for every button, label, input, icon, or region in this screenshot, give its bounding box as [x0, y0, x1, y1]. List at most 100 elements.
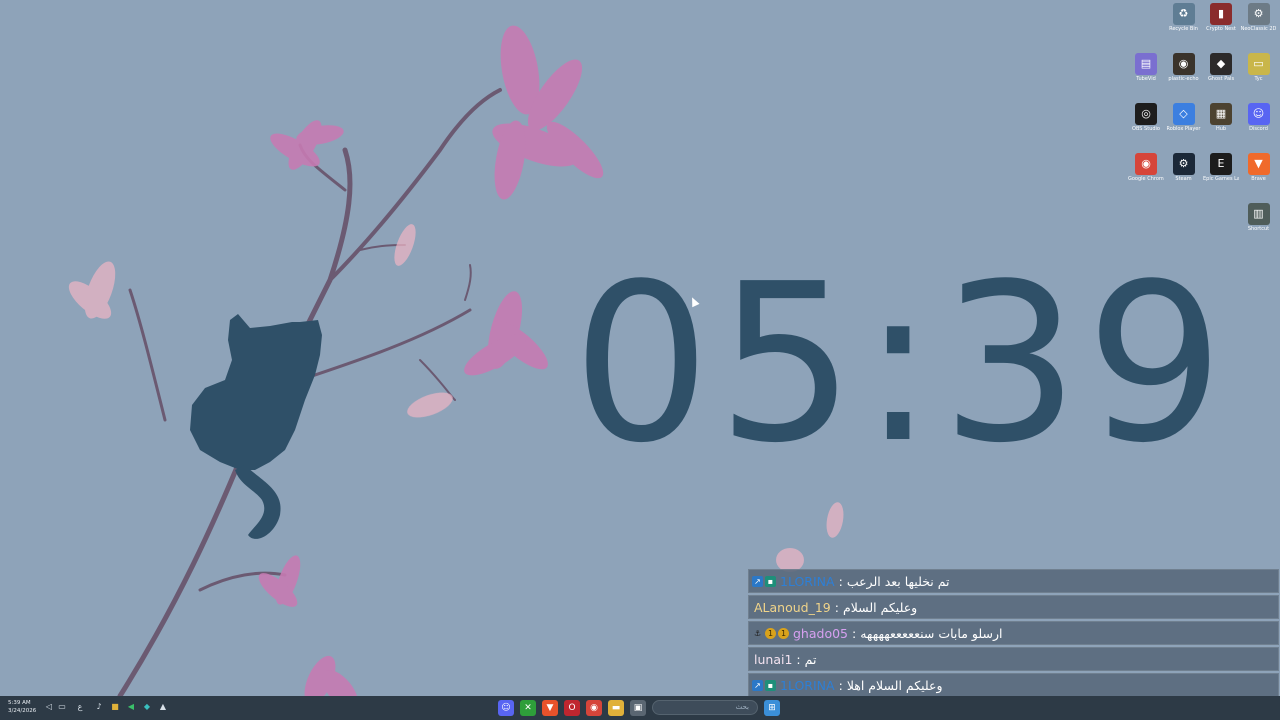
desktop-icon-label: Ghost Pals: [1207, 76, 1235, 82]
desktop-icon-label: Brave: [1251, 176, 1266, 182]
taskbar-date: 3/24/2026: [8, 708, 37, 714]
discord-icon: ☺: [1247, 103, 1270, 125]
desktop-icon-label: Google Chrome: [1128, 176, 1164, 182]
app-icon: ▤: [1135, 53, 1157, 75]
desktop-icon[interactable]: ▦ Hub: [1203, 100, 1239, 148]
taskbar: 5:39 AM 3/24/2026 ◁ ▭ ع ♪ ■ ◀ ◆ ▲ ☺ ✕ ▼ O ◉ ▬…: [0, 696, 1280, 720]
chat-overlay: ↗ ▪ 1LORINA: تم نخليها بعد الرعب ALanoud_19:…: [748, 569, 1279, 699]
desktop-icon[interactable]: ◆ Ghost Pals: [1203, 50, 1239, 98]
chat-separator: :: [852, 625, 857, 641]
microphone-icon[interactable]: ♪: [94, 702, 104, 712]
desktop-icon[interactable]: ⚙ NeoClassic 2D: [1241, 0, 1277, 48]
chat-separator: :: [834, 599, 839, 615]
desktop-icon-label: TubeVid: [1136, 76, 1156, 82]
desktop-icon[interactable]: ◇ Roblox Player: [1166, 100, 1202, 148]
desktop-icon[interactable]: ◉ Google Chrome: [1128, 150, 1164, 198]
chat-message: ↗ ▪ 1LORINA: تم نخليها بعد الرعب: [748, 569, 1279, 593]
desktop-icon[interactable]: ▼ Brave: [1241, 150, 1277, 198]
desktop-icon[interactable]: ◉ plastic-echo: [1166, 50, 1202, 98]
desktop-icon-label: NeoClassic 2D: [1240, 26, 1277, 32]
chat-badge-icon: ↗: [752, 575, 763, 587]
search-input[interactable]: بحث: [652, 700, 758, 715]
obs-icon: ◎: [1135, 103, 1157, 125]
chat-username: lunai1: [754, 651, 793, 667]
desktop-icon-grid: ♻ Recycle Bin ▮ Crypto Nest ⚙ NeoClassic 2D ▤ T…: [1120, 0, 1280, 260]
chat-message-text: وعليكم السلام: [842, 599, 918, 615]
chat-message-text: ارسلو مابات سنعععععههههه: [860, 625, 1003, 641]
app-icon: ▮: [1210, 3, 1232, 25]
chat-badge-icon: 1: [765, 627, 776, 639]
chat-badge-icon: ▪: [765, 679, 776, 691]
chat-username: 1LORINA: [780, 573, 835, 589]
desktop-icon[interactable]: ⚙ Steam: [1166, 150, 1202, 198]
steam-icon: ⚙: [1172, 153, 1195, 175]
desktop-icon-label: Shortcut: [1247, 226, 1270, 232]
chat-separator: :: [838, 677, 843, 693]
chat-message-text: وعليكم السلام اهلا: [846, 677, 943, 693]
opera-icon[interactable]: O: [564, 700, 580, 716]
game-icon: ◉: [1172, 53, 1195, 75]
tray-app-icon[interactable]: ◀: [126, 702, 136, 712]
taskbar-clock[interactable]: 5:39 AM 3/24/2026: [8, 699, 36, 715]
chat-separator: :: [796, 651, 801, 667]
chat-message: ALanoud_19: وعليكم السلام: [748, 595, 1279, 619]
desktop-icon-label: plastic-echo: [1168, 76, 1199, 82]
chrome-icon[interactable]: ◉: [586, 700, 602, 716]
chat-message: ↗ ▪ 1LORINA: وعليكم السلام اهلا: [748, 673, 1279, 697]
chat-message: ⚓ 1 1 ghado05: ارسلو مابات سنعععععههههه: [748, 621, 1279, 645]
desktop-icon-label: Roblox Player: [1166, 126, 1201, 132]
gear-icon: ⚙: [1247, 3, 1270, 25]
task-view-icon[interactable]: ▣: [630, 700, 646, 716]
clock-display: 05:39: [572, 238, 1231, 491]
file-explorer-icon[interactable]: ▬: [608, 700, 624, 716]
chrome-icon: ◉: [1135, 153, 1157, 175]
folder-icon: ▭: [1247, 53, 1270, 75]
network-icon[interactable]: ▭: [57, 702, 67, 712]
chat-badge-icon: ▪: [765, 575, 776, 587]
chat-message-text: تم نخليها بعد الرعب: [846, 573, 950, 589]
desktop-icon-label: Crypto Nest: [1206, 26, 1236, 32]
desktop-icon[interactable]: ◎ OBS Studio: [1128, 100, 1164, 148]
chat-message: lunai1: تم: [748, 647, 1279, 671]
volume-icon[interactable]: ◁: [44, 702, 54, 712]
chat-username: 1LORINA: [780, 677, 835, 693]
chat-badge-icon: 1: [778, 627, 789, 639]
cat-silhouette: [190, 314, 322, 539]
desktop-icon-label: Recycle Bin: [1169, 26, 1198, 32]
chevron-up-icon[interactable]: ▲: [158, 702, 168, 712]
chat-username: ALanoud_19: [754, 599, 831, 615]
language-indicator[interactable]: ع: [75, 702, 85, 712]
brave-icon[interactable]: ▼: [542, 700, 558, 716]
recycle-bin-icon: ♻: [1172, 3, 1195, 25]
desktop-icon[interactable]: ♻ Recycle Bin: [1166, 0, 1202, 48]
desktop-icon[interactable]: ▤ TubeVid: [1128, 50, 1164, 98]
chat-separator: :: [838, 573, 843, 589]
desktop-icon-label: Tyc: [1254, 76, 1263, 82]
chat-username: ghado05: [793, 625, 849, 641]
desktop-icon[interactable]: ▥ Shortcut: [1241, 200, 1277, 248]
desktop-icon[interactable]: ☺ Discord: [1241, 100, 1277, 148]
desktop-icon-label: Discord: [1249, 126, 1268, 132]
desktop-icon[interactable]: EEpic Games Launcher: [1203, 150, 1239, 198]
desktop-icon-label: Steam: [1175, 176, 1192, 182]
roblox-icon: ◇: [1172, 103, 1195, 125]
desktop-icon-label: OBS Studio: [1132, 126, 1160, 132]
desktop-icon-label: Hub: [1215, 126, 1227, 132]
epic-games-icon: E: [1210, 153, 1232, 175]
taskbar-time: 5:39 AM: [8, 700, 31, 706]
chat-badge-icon: ↗: [752, 679, 763, 691]
xbox-icon[interactable]: ✕: [520, 700, 536, 716]
desktop-icon[interactable]: ▭ Tyc: [1241, 50, 1277, 98]
start-button[interactable]: ⊞: [764, 700, 780, 716]
desktop-icon-label: Epic Games Launcher: [1203, 176, 1239, 182]
tray-app-icon[interactable]: ◆: [142, 702, 152, 712]
hub-icon: ▦: [1210, 103, 1232, 125]
tray-app-icon[interactable]: ■: [110, 702, 120, 712]
game-icon: ◆: [1210, 53, 1232, 75]
shortcut-icon: ▥: [1247, 203, 1270, 225]
discord-icon[interactable]: ☺: [498, 700, 514, 716]
chat-message-text: تم: [804, 651, 817, 667]
desktop-icon[interactable]: ▮ Crypto Nest: [1203, 0, 1239, 48]
chat-badge-icon: ⚓: [753, 628, 762, 638]
brave-icon: ▼: [1247, 153, 1270, 175]
